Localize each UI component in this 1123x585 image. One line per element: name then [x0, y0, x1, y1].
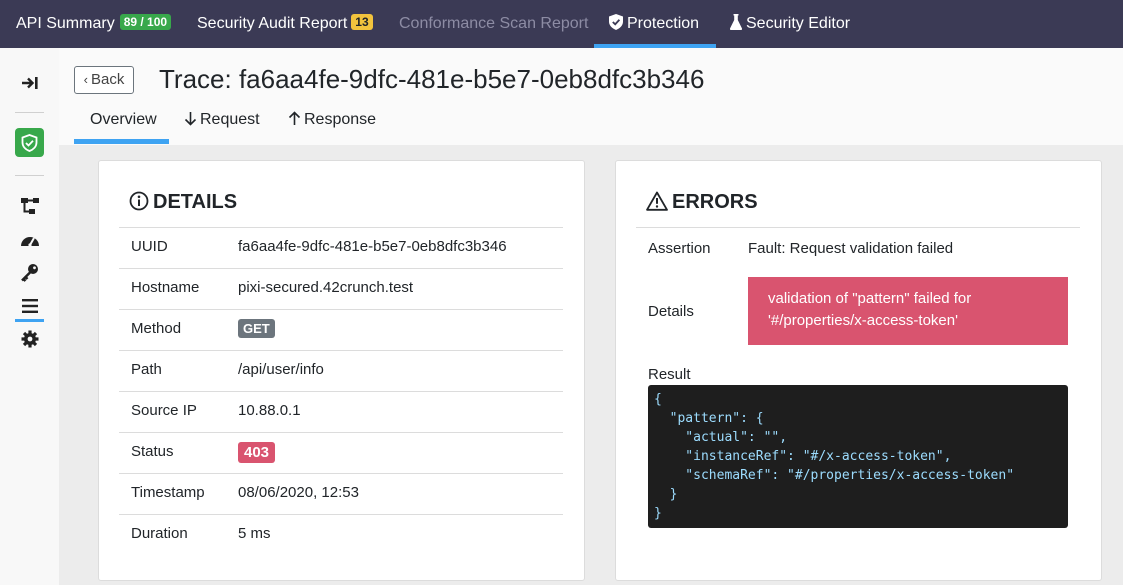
assertion-value: Fault: Request validation failed: [748, 240, 954, 257]
details-card: DETAILS UUID fa6aa4fe-9dfc-481e-b5e7-0eb…: [98, 160, 585, 581]
detail-value: pixi-secured.42crunch.test: [238, 279, 414, 296]
tab-security-editor[interactable]: Security Editor: [729, 0, 851, 48]
tab-overview-label: Overview: [90, 111, 157, 128]
dashboard-icon[interactable]: [20, 230, 40, 250]
detail-value: 08/06/2020, 12:53: [238, 484, 359, 501]
result-code-block[interactable]: { "pattern": { "actual": "", "instanceRe…: [648, 385, 1068, 528]
tab-api-summary-label: API Summary: [16, 15, 115, 32]
flask-icon: [729, 14, 743, 30]
details-label: Details: [648, 303, 694, 320]
errors-title-text: ERRORS: [672, 191, 758, 213]
tab-conformance-scan-report[interactable]: Conformance Scan Report: [399, 0, 588, 48]
detail-key: Hostname: [131, 279, 200, 296]
status-badge: 403: [238, 442, 276, 463]
tab-response[interactable]: Response: [288, 111, 376, 129]
detail-row-uuid: UUID fa6aa4fe-9dfc-481e-b5e7-0eb8dfc3b34…: [119, 227, 563, 268]
key-icon[interactable]: [20, 263, 40, 283]
active-sidebar-indicator: [15, 319, 44, 322]
detail-value: 5 ms: [238, 525, 271, 542]
detail-row-hostname: Hostname pixi-secured.42crunch.test: [119, 268, 563, 309]
trace-header: ‹ Back Trace: fa6aa4fe-9dfc-481e-b5e7-0eb…: [59, 48, 1123, 145]
detail-row-timestamp: Timestamp 08/06/2020, 12:53: [119, 473, 563, 514]
tab-request-label: Request: [200, 111, 260, 128]
shield-check-icon: [609, 14, 623, 30]
detail-key: Status: [131, 443, 174, 460]
warning-triangle-icon: [646, 191, 668, 211]
hierarchy-icon[interactable]: [20, 196, 40, 216]
details-title: DETAILS: [129, 191, 237, 214]
detail-key: Path: [131, 361, 162, 378]
shield-check-icon: [21, 134, 38, 152]
top-nav-bar: API Summary 89 / 100 Security Audit Repor…: [0, 0, 1123, 48]
detail-key: Source IP: [131, 402, 197, 419]
detail-row-path: Path /api/user/info: [119, 350, 563, 391]
tab-api-summary[interactable]: API Summary 89 / 100: [16, 0, 172, 48]
protection-status-button[interactable]: [15, 128, 44, 157]
detail-value: fa6aa4fe-9dfc-481e-b5e7-0eb8dfc3b346: [238, 238, 507, 255]
detail-key: Timestamp: [131, 484, 205, 501]
method-badge: GET: [238, 319, 275, 338]
back-button-label: Back: [90, 71, 125, 88]
detail-row-source-ip: Source IP 10.88.0.1: [119, 391, 563, 432]
tab-protection[interactable]: Protection: [593, 0, 717, 48]
sidebar-divider: [15, 112, 44, 113]
detail-row-status: Status 403: [119, 432, 563, 473]
tab-security-editor-label: Security Editor: [746, 15, 851, 32]
arrow-down-icon: [184, 112, 197, 126]
info-circle-icon: [129, 191, 149, 211]
detail-value: /api/user/info: [238, 361, 324, 378]
active-tab-indicator: [74, 139, 169, 144]
gear-icon[interactable]: [20, 329, 40, 349]
tab-protection-label: Protection: [627, 15, 700, 32]
back-button[interactable]: ‹ Back: [74, 66, 134, 94]
errors-title: ERRORS: [646, 191, 758, 214]
errors-divider: [636, 227, 1080, 228]
errors-card: ERRORS Assertion Fault: Request validati…: [615, 160, 1102, 581]
sidebar-divider: [15, 175, 44, 176]
detail-key: Duration: [131, 525, 188, 542]
arrow-up-icon: [288, 111, 301, 125]
detail-row-duration: Duration 5 ms: [119, 514, 563, 555]
tab-response-label: Response: [304, 111, 377, 128]
detail-value: 10.88.0.1: [238, 402, 301, 419]
detail-key: UUID: [131, 238, 168, 255]
tab-overview[interactable]: Overview: [90, 111, 157, 129]
tab-conformance-label: Conformance Scan Report: [399, 15, 589, 32]
score-badge: 89 / 100: [119, 14, 172, 30]
validation-error-message: validation of "pattern" failed for '#/pr…: [748, 277, 1068, 345]
result-label: Result: [648, 366, 691, 383]
tab-request[interactable]: Request: [184, 111, 260, 129]
detail-row-method: Method GET: [119, 309, 563, 350]
page-title: Trace: fa6aa4fe-9dfc-481e-b5e7-0eb8dfc3b…: [159, 64, 705, 94]
collapse-icon[interactable]: [20, 73, 40, 93]
chevron-left-icon: ‹: [83, 72, 88, 87]
issue-count-badge: 13: [351, 14, 373, 30]
detail-key: Method: [131, 320, 182, 337]
assertion-label: Assertion: [648, 240, 711, 257]
tab-security-audit-report[interactable]: Security Audit Report 13: [197, 0, 373, 48]
details-title-text: DETAILS: [153, 191, 238, 213]
sidebar: [0, 48, 59, 585]
tab-security-audit-label: Security Audit Report: [197, 15, 348, 32]
list-icon[interactable]: [20, 296, 40, 316]
